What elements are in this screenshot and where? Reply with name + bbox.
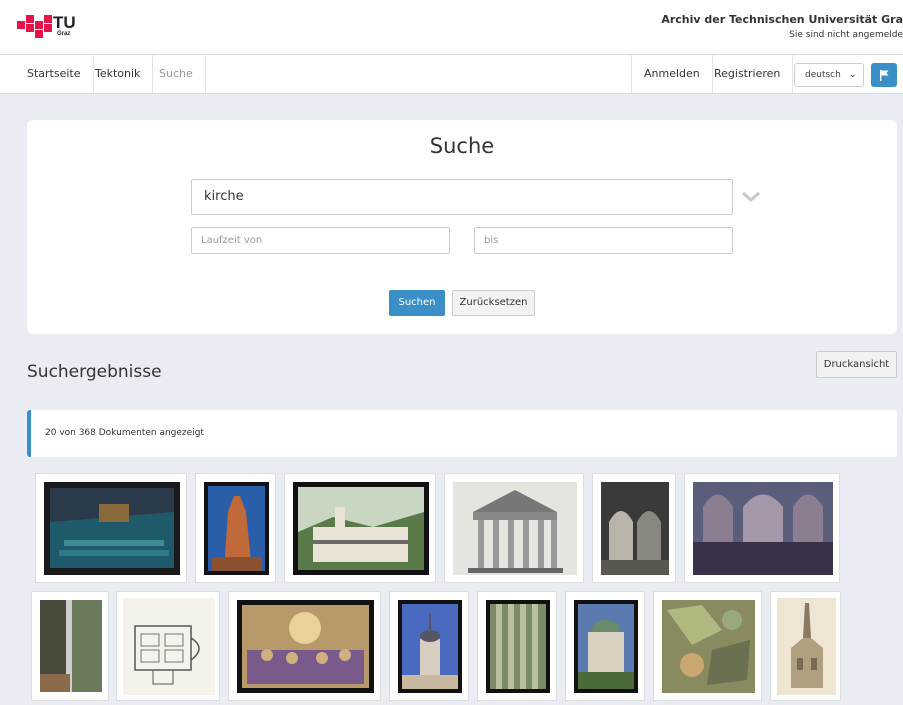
result-thumbnail[interactable] <box>195 473 276 583</box>
register-link[interactable]: Registrieren <box>702 55 794 93</box>
reset-button[interactable]: Zurücksetzen <box>452 290 535 316</box>
result-thumbnail[interactable] <box>116 591 220 701</box>
login-status: Sie sind nicht angemelde <box>789 30 903 40</box>
language-select[interactable]: deutsch ⌄ <box>794 63 864 87</box>
date-from-field[interactable]: Laufzeit von <box>191 227 450 254</box>
thumbnail-image <box>123 598 215 695</box>
logo-text: TU <box>53 13 76 32</box>
expand-chevron-icon[interactable] <box>741 186 761 206</box>
thumbnail-image <box>204 482 269 575</box>
print-view-button[interactable]: Druckansicht <box>816 351 897 378</box>
nav-item-tektonik[interactable]: Tektonik <box>83 55 154 93</box>
result-thumbnail[interactable] <box>565 591 645 701</box>
archive-title: Archiv der Technischen Universität Gra <box>661 13 903 26</box>
thumbnail-image <box>693 482 833 575</box>
thumbnail-image <box>574 600 638 693</box>
results-count-info: 20 von 368 Dokumenten angezeigt <box>27 410 897 457</box>
thumbnail-image <box>777 598 836 695</box>
result-thumbnail[interactable] <box>35 473 187 583</box>
thumbnail-image <box>44 482 180 575</box>
result-thumbnail[interactable] <box>770 591 841 701</box>
language-value: deutsch <box>805 70 841 80</box>
top-header: TU Graz Archiv der Technischen Universit… <box>0 0 903 54</box>
result-thumbnail[interactable] <box>31 591 109 701</box>
search-input[interactable]: kirche <box>191 179 733 215</box>
thumbnail-image <box>453 482 577 575</box>
search-panel: Suche kirche Laufzeit von bis Suchen Zur… <box>27 120 897 334</box>
date-to-field[interactable]: bis <box>474 227 733 254</box>
results-title: Suchergebnisse <box>27 362 162 382</box>
result-thumbnail[interactable] <box>477 591 557 701</box>
result-thumbnail[interactable] <box>228 591 381 701</box>
nav-item-suche[interactable]: Suche <box>147 55 206 93</box>
thumbnail-image <box>293 482 429 575</box>
tu-graz-logo[interactable]: TU Graz <box>17 13 79 41</box>
result-thumbnail[interactable] <box>389 591 469 701</box>
login-link[interactable]: Anmelden <box>631 55 713 93</box>
main-nav: Startseite Tektonik Suche Anmelden Regis… <box>0 54 903 94</box>
thumbnail-image <box>40 600 102 692</box>
thumbnail-image <box>398 600 462 693</box>
chevron-down-icon: ⌄ <box>848 69 857 80</box>
nav-item-startseite[interactable]: Startseite <box>15 55 94 93</box>
thumbnail-image <box>662 600 755 693</box>
thumbnail-image <box>237 600 374 693</box>
result-thumbnail[interactable] <box>444 473 584 583</box>
result-thumbnail[interactable] <box>592 473 676 583</box>
result-thumbnail[interactable] <box>684 473 840 583</box>
thumbnail-image <box>486 600 550 693</box>
flag-icon <box>880 70 889 81</box>
flag-button[interactable] <box>871 63 897 87</box>
result-thumbnail[interactable] <box>284 473 436 583</box>
search-title: Suche <box>429 134 495 158</box>
logo-subtext: Graz <box>57 31 71 37</box>
thumbnail-image <box>601 482 669 575</box>
result-thumbnail[interactable] <box>653 591 762 701</box>
search-button[interactable]: Suchen <box>389 290 445 316</box>
